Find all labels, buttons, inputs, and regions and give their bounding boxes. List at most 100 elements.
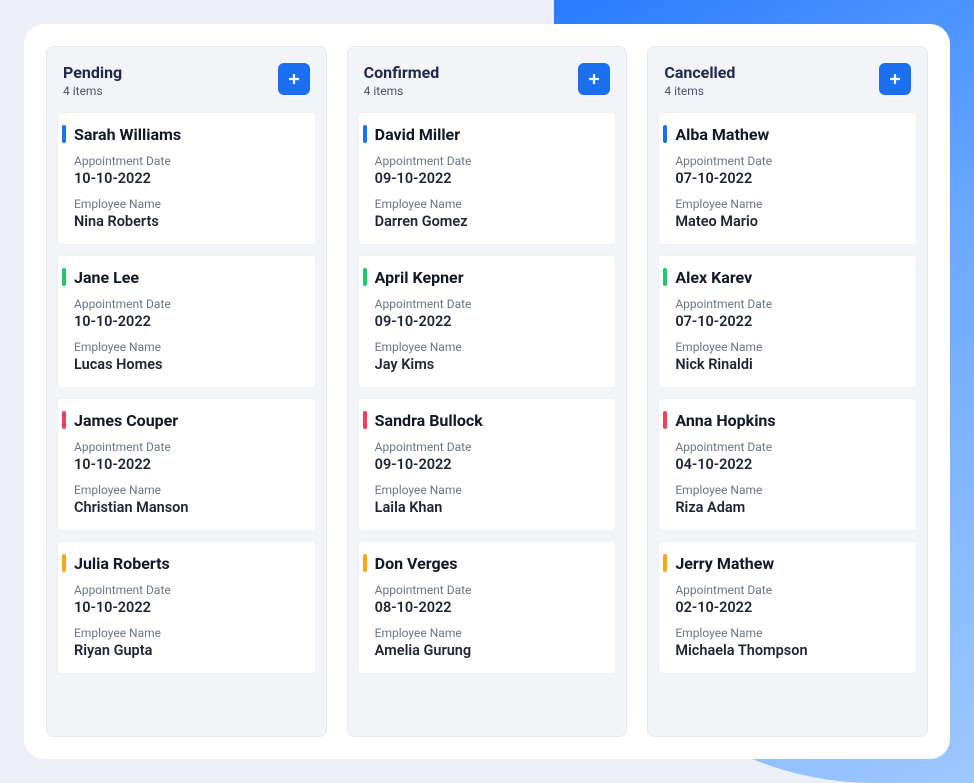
appointment-card[interactable]: Sarah Williams Appointment Date 10-10-20… xyxy=(57,112,316,245)
appointment-card[interactable]: David Miller Appointment Date 09-10-2022… xyxy=(358,112,617,245)
column-subtitle: 4 items xyxy=(664,84,735,98)
appointment-date-block: Appointment Date 07-10-2022 xyxy=(675,297,902,330)
card-list: David Miller Appointment Date 09-10-2022… xyxy=(358,112,617,674)
priority-tag xyxy=(363,554,367,572)
employee-name-value: Laila Khan xyxy=(375,499,602,516)
appointment-date-value: 09-10-2022 xyxy=(375,313,602,330)
appointment-date-value: 07-10-2022 xyxy=(675,313,902,330)
appointment-card[interactable]: James Couper Appointment Date 10-10-2022… xyxy=(57,398,316,531)
priority-tag xyxy=(62,125,66,143)
appointment-card[interactable]: Anna Hopkins Appointment Date 04-10-2022… xyxy=(658,398,917,531)
add-button[interactable] xyxy=(578,63,610,95)
employee-name-value: Amelia Gurung xyxy=(375,642,602,659)
employee-name-label: Employee Name xyxy=(375,483,602,497)
card-list: Alba Mathew Appointment Date 07-10-2022 … xyxy=(658,112,917,674)
employee-name-value: Riyan Gupta xyxy=(74,642,301,659)
patient-name: April Kepner xyxy=(375,268,602,287)
appointment-date-value: 02-10-2022 xyxy=(675,599,902,616)
employee-name-label: Employee Name xyxy=(74,626,301,640)
appointment-date-block: Appointment Date 10-10-2022 xyxy=(74,440,301,473)
column-title-block: Cancelled 4 items xyxy=(664,63,735,98)
patient-name: Julia Roberts xyxy=(74,554,301,573)
column-header: Confirmed 4 items xyxy=(358,57,617,112)
employee-name-label: Employee Name xyxy=(675,340,902,354)
employee-name-block: Employee Name Amelia Gurung xyxy=(375,626,602,659)
column-subtitle: 4 items xyxy=(63,84,122,98)
employee-name-block: Employee Name Jay Kims xyxy=(375,340,602,373)
employee-name-label: Employee Name xyxy=(74,197,301,211)
appointment-date-value: 08-10-2022 xyxy=(375,599,602,616)
appointment-card[interactable]: Jane Lee Appointment Date 10-10-2022 Emp… xyxy=(57,255,316,388)
appointment-date-label: Appointment Date xyxy=(74,440,301,454)
column-subtitle: 4 items xyxy=(364,84,440,98)
add-button[interactable] xyxy=(278,63,310,95)
employee-name-value: Nick Rinaldi xyxy=(675,356,902,373)
appointment-card[interactable]: Julia Roberts Appointment Date 10-10-202… xyxy=(57,541,316,674)
appointment-card[interactable]: Don Verges Appointment Date 08-10-2022 E… xyxy=(358,541,617,674)
employee-name-label: Employee Name xyxy=(375,626,602,640)
patient-name: James Couper xyxy=(74,411,301,430)
appointment-date-block: Appointment Date 07-10-2022 xyxy=(675,154,902,187)
appointment-date-label: Appointment Date xyxy=(675,583,902,597)
employee-name-label: Employee Name xyxy=(74,483,301,497)
appointment-date-block: Appointment Date 02-10-2022 xyxy=(675,583,902,616)
appointment-card[interactable]: Sandra Bullock Appointment Date 09-10-20… xyxy=(358,398,617,531)
employee-name-label: Employee Name xyxy=(375,340,602,354)
patient-name: Alex Karev xyxy=(675,268,902,287)
patient-name: Jerry Mathew xyxy=(675,554,902,573)
appointment-date-label: Appointment Date xyxy=(675,297,902,311)
column-confirmed: Confirmed 4 items David Miller Appointme… xyxy=(347,46,628,737)
employee-name-label: Employee Name xyxy=(675,483,902,497)
priority-tag xyxy=(363,268,367,286)
plus-icon xyxy=(588,73,600,85)
appointment-date-label: Appointment Date xyxy=(74,583,301,597)
appointment-card[interactable]: Alba Mathew Appointment Date 07-10-2022 … xyxy=(658,112,917,245)
column-pending: Pending 4 items Sarah Williams Appointme… xyxy=(46,46,327,737)
priority-tag xyxy=(62,268,66,286)
appointment-date-block: Appointment Date 10-10-2022 xyxy=(74,583,301,616)
appointment-date-label: Appointment Date xyxy=(74,154,301,168)
employee-name-block: Employee Name Nick Rinaldi xyxy=(675,340,902,373)
priority-tag xyxy=(62,411,66,429)
appointment-date-block: Appointment Date 09-10-2022 xyxy=(375,440,602,473)
appointment-date-block: Appointment Date 09-10-2022 xyxy=(375,154,602,187)
column-title: Confirmed xyxy=(364,63,440,82)
plus-icon xyxy=(288,73,300,85)
employee-name-block: Employee Name Michaela Thompson xyxy=(675,626,902,659)
employee-name-block: Employee Name Nina Roberts xyxy=(74,197,301,230)
employee-name-value: Mateo Mario xyxy=(675,213,902,230)
priority-tag xyxy=(363,125,367,143)
appointment-card[interactable]: Jerry Mathew Appointment Date 02-10-2022… xyxy=(658,541,917,674)
appointment-date-label: Appointment Date xyxy=(675,154,902,168)
appointment-date-block: Appointment Date 08-10-2022 xyxy=(375,583,602,616)
employee-name-block: Employee Name Laila Khan xyxy=(375,483,602,516)
appointment-date-label: Appointment Date xyxy=(375,297,602,311)
column-title-block: Confirmed 4 items xyxy=(364,63,440,98)
appointment-date-value: 09-10-2022 xyxy=(375,456,602,473)
column-title: Cancelled xyxy=(664,63,735,82)
appointment-date-value: 10-10-2022 xyxy=(74,170,301,187)
employee-name-block: Employee Name Mateo Mario xyxy=(675,197,902,230)
patient-name: Don Verges xyxy=(375,554,602,573)
patient-name: Anna Hopkins xyxy=(675,411,902,430)
add-button[interactable] xyxy=(879,63,911,95)
appointment-date-label: Appointment Date xyxy=(375,154,602,168)
patient-name: Sarah Williams xyxy=(74,125,301,144)
employee-name-value: Lucas Homes xyxy=(74,356,301,373)
column-cancelled: Cancelled 4 items Alba Mathew Appointmen… xyxy=(647,46,928,737)
appointment-date-block: Appointment Date 09-10-2022 xyxy=(375,297,602,330)
card-list: Sarah Williams Appointment Date 10-10-20… xyxy=(57,112,316,674)
appointment-card[interactable]: Alex Karev Appointment Date 07-10-2022 E… xyxy=(658,255,917,388)
patient-name: Alba Mathew xyxy=(675,125,902,144)
appointment-date-label: Appointment Date xyxy=(74,297,301,311)
appointment-card[interactable]: April Kepner Appointment Date 09-10-2022… xyxy=(358,255,617,388)
appointment-date-value: 10-10-2022 xyxy=(74,456,301,473)
priority-tag xyxy=(363,411,367,429)
employee-name-label: Employee Name xyxy=(74,340,301,354)
priority-tag xyxy=(663,554,667,572)
appointment-date-value: 10-10-2022 xyxy=(74,313,301,330)
appointment-date-label: Appointment Date xyxy=(375,440,602,454)
appointment-date-value: 10-10-2022 xyxy=(74,599,301,616)
appointment-date-label: Appointment Date xyxy=(675,440,902,454)
priority-tag xyxy=(663,125,667,143)
